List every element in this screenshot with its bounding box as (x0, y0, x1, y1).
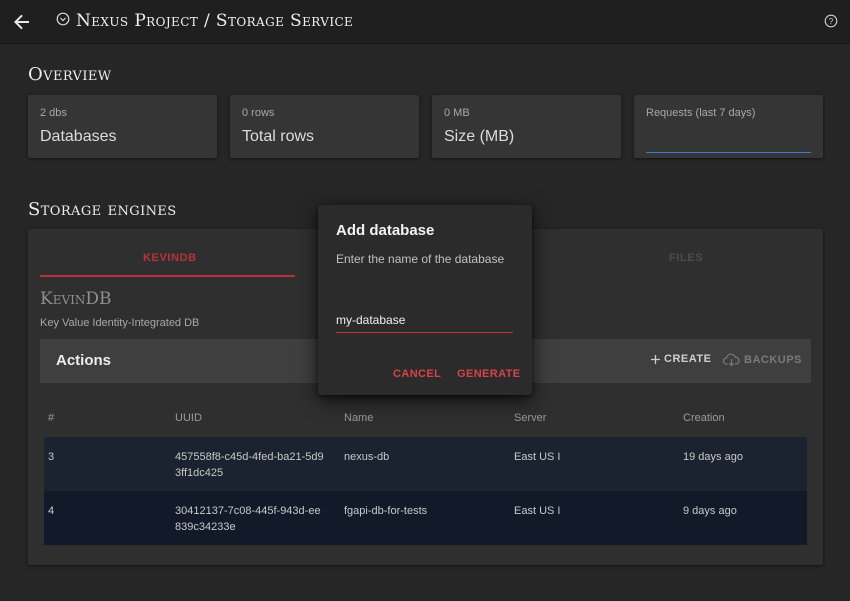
row-uuid: 30412137-7c08-445f-943d-ee839c34233e (175, 505, 321, 533)
dialog-title: Add database (336, 222, 435, 239)
card-value: Databases (40, 128, 117, 145)
table-row[interactable]: 3 457558f8-c45d-4fed-ba21-5d93ff1dc425 n… (44, 437, 807, 491)
row-creation: 19 days ago (683, 451, 743, 463)
tab-indicator (40, 275, 295, 277)
page-title: Nexus Project / Storage Service (76, 11, 354, 31)
total-rows-card: 0 rows Total rows (230, 95, 419, 158)
backups-label: BACKUPS (744, 353, 802, 366)
row-name: nexus-db (344, 451, 390, 463)
card-value: Total rows (242, 128, 315, 145)
engine-name: KevinDB (40, 289, 112, 309)
requests-chart-line (646, 152, 811, 153)
tab-kevindb[interactable]: KEVINDB (143, 252, 197, 264)
svg-text:?: ? (829, 17, 834, 26)
database-name-input[interactable] (336, 305, 513, 333)
create-label: CREATE (664, 353, 712, 365)
row-uuid: 457558f8-c45d-4fed-ba21-5d93ff1dc425 (175, 451, 324, 479)
overview-title: Overview (28, 64, 112, 85)
create-button[interactable]: CREATE (650, 353, 711, 365)
requests-card: Requests (last 7 days) (634, 95, 823, 158)
table-row[interactable]: 4 30412137-7c08-445f-943d-ee839c34233e f… (44, 491, 807, 545)
storage-engines-title: Storage engines (28, 199, 177, 220)
column-header[interactable]: # (48, 412, 54, 424)
add-database-dialog: Add database Enter the name of the datab… (318, 205, 532, 395)
column-header[interactable]: Server (514, 412, 546, 424)
row-name: fgapi-db-for-tests (344, 505, 428, 517)
cancel-button[interactable]: CANCEL (393, 368, 441, 380)
generate-button[interactable]: GENERATE (457, 368, 521, 380)
cloud-download-icon (723, 353, 740, 366)
backups-button[interactable]: BACKUPS (723, 353, 802, 366)
card-sub: Requests (last 7 days) (646, 107, 756, 119)
row-server: East US I (514, 505, 561, 517)
card-sub: 2 dbs (40, 107, 67, 119)
column-header[interactable]: Name (344, 412, 373, 424)
top-bar: Nexus Project / Storage Service ? (0, 0, 850, 44)
actions-label: Actions (56, 352, 112, 369)
column-header[interactable]: UUID (175, 412, 202, 424)
dialog-text: Enter the name of the database (336, 252, 505, 266)
databases-card: 2 dbs Databases (28, 95, 217, 158)
card-value: Size (MB) (444, 128, 515, 145)
row-number: 3 (48, 451, 55, 463)
row-number: 4 (48, 505, 55, 517)
chevron-circle-icon[interactable] (56, 12, 70, 26)
arrow-left-icon (14, 14, 29, 30)
card-sub: 0 MB (444, 107, 470, 119)
card-sub: 0 rows (242, 107, 275, 119)
size-card: 0 MB Size (MB) (432, 95, 621, 158)
column-header[interactable]: Creation (683, 412, 725, 424)
tab-files[interactable]: FILES (669, 252, 703, 264)
engine-description: Key Value Identity-Integrated DB (40, 317, 200, 329)
help-circle-icon[interactable]: ? (824, 14, 838, 28)
row-creation: 9 days ago (683, 505, 737, 517)
back-button[interactable] (10, 10, 34, 34)
plus-icon (651, 354, 660, 364)
row-server: East US I (514, 451, 561, 463)
